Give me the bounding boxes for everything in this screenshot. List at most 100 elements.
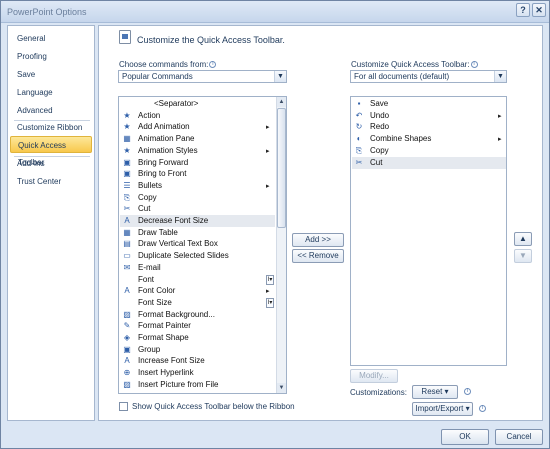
- command-item-copy[interactable]: ⎘ Copy: [120, 192, 275, 204]
- choose-commands-label-text: Choose commands from:: [119, 60, 209, 69]
- command-item-label: Bullets: [138, 180, 163, 190]
- format-painter-icon: ✎: [123, 321, 131, 331]
- scroll-up-arrow-icon[interactable]: ▲: [277, 97, 286, 107]
- command-item-label: Animation Pane: [138, 134, 195, 144]
- move-up-button[interactable]: ▲: [514, 232, 532, 246]
- toolbar-commands-list[interactable]: ▪ Save ↶ Undo ▸ ↻ Redo ◐ Combine Shapes ▸ ⎘ Copy ✂ Cu…: [350, 96, 507, 366]
- command-item-label: Group: [138, 344, 161, 354]
- nav-item-customize-ribbon[interactable]: Customize Ribbon: [10, 119, 92, 136]
- nav-item-save[interactable]: Save: [10, 66, 92, 83]
- nav-item-trust-center[interactable]: Trust Center: [10, 173, 92, 190]
- command-item-font-size[interactable]: Font Size I▾: [120, 297, 275, 309]
- help-button[interactable]: ?: [516, 3, 530, 17]
- reset-button[interactable]: Reset ▾: [412, 385, 458, 399]
- toolbar-item-combine-shapes[interactable]: ◐ Combine Shapes ▸: [352, 133, 506, 145]
- copy-icon: ⎘: [123, 192, 131, 202]
- command-item-animation-pane[interactable]: ▦ Animation Pane: [120, 133, 275, 145]
- dropdown-box-icon: I▾: [266, 297, 274, 308]
- email-icon: ✉: [123, 262, 131, 272]
- command-item-insert-picture-from-file[interactable]: ▨ Insert Picture from File: [120, 379, 275, 391]
- command-item-font[interactable]: Font I▾: [120, 274, 275, 286]
- remove-button[interactable]: << Remove: [292, 249, 344, 263]
- command-item-animation-styles[interactable]: ★ Animation Styles ▸: [120, 145, 275, 157]
- command-item-label: Draw Vertical Text Box: [138, 239, 218, 249]
- nav-item-quick-access-toolbar[interactable]: Quick Access Toolbar: [10, 136, 92, 167]
- nav-item-language[interactable]: Language: [10, 84, 92, 101]
- customizations-label: Customizations:: [350, 388, 407, 397]
- command-item-format-painter[interactable]: ✎ Format Painter: [120, 320, 275, 332]
- command-item-label: Animation Styles: [138, 145, 198, 155]
- scroll-down-arrow-icon[interactable]: ▼: [277, 383, 286, 393]
- command-item-duplicate-selected-slides[interactable]: ▭ Duplicate Selected Slides: [120, 250, 275, 262]
- toolbar-item-undo[interactable]: ↶ Undo ▸: [352, 110, 506, 122]
- nav-item-proofing[interactable]: Proofing: [10, 48, 92, 65]
- table-icon: ▦: [123, 134, 131, 144]
- info-icon: i: [479, 405, 486, 412]
- toolbar-item-label: Save: [370, 99, 389, 108]
- font-icon: A: [124, 216, 130, 225]
- command-item-format-shape[interactable]: ◈ Format Shape: [120, 332, 275, 344]
- import-export-button[interactable]: Import/Export ▾: [412, 402, 473, 416]
- command-item-bullets[interactable]: ☰ Bullets ▸: [120, 180, 275, 192]
- command-item-format-background[interactable]: ▨ Format Background...: [120, 309, 275, 321]
- show-below-ribbon-label[interactable]: Show Quick Access Toolbar below the Ribb…: [132, 402, 295, 411]
- combine-shapes-icon: ◐: [356, 134, 362, 144]
- command-item-label: Add Animation: [138, 122, 190, 132]
- animation-icon: ★: [123, 145, 131, 155]
- command-item-group[interactable]: ▣ Group: [120, 344, 275, 356]
- scroll-thumb[interactable]: [277, 108, 286, 228]
- toolbar-customize-icon: [119, 30, 131, 44]
- toolbar-item-redo[interactable]: ↻ Redo: [352, 121, 506, 133]
- toolbar-item-cut[interactable]: ✂ Cut: [352, 156, 506, 169]
- command-item-action[interactable]: ★ Action: [120, 110, 275, 122]
- nav-item-add-ins[interactable]: Add-Ins: [10, 155, 92, 172]
- commands-scrollbar[interactable]: ▲ ▼: [276, 97, 286, 393]
- toolbar-item-label: Copy: [370, 145, 389, 155]
- customize-toolbar-dropdown[interactable]: For all documents (default) ▼: [350, 70, 507, 83]
- font-icon: A: [124, 286, 130, 296]
- command-item-draw-vertical-text-box[interactable]: ▤ Draw Vertical Text Box: [120, 238, 275, 250]
- nav-item-general[interactable]: General: [10, 30, 92, 47]
- toolbar-item-label: Redo: [370, 122, 390, 132]
- ok-button[interactable]: OK: [441, 429, 489, 445]
- command-item-add-animation[interactable]: ★ Add Animation ▸: [120, 121, 275, 133]
- choose-commands-dropdown[interactable]: Popular Commands ▼: [118, 70, 287, 83]
- chevron-down-icon[interactable]: ▼: [494, 71, 506, 82]
- cancel-button[interactable]: Cancel: [495, 429, 543, 445]
- command-item-label: Bring to Front: [138, 169, 187, 179]
- command-item-label: Draw Table: [138, 227, 178, 237]
- command-item-insert-hyperlink[interactable]: ⊕ Insert Hyperlink: [120, 367, 275, 379]
- command-item-bring-forward[interactable]: ▣ Bring Forward: [120, 157, 275, 169]
- toolbar-item-copy[interactable]: ⎘ Copy: [352, 145, 506, 157]
- close-button[interactable]: ✕: [532, 3, 546, 17]
- command-item-e-mail[interactable]: ✉ E-mail: [120, 262, 275, 274]
- customize-toolbar-label-text: Customize Quick Access Toolbar:: [351, 60, 470, 69]
- copy-icon: ⎘: [355, 145, 363, 155]
- command-item-separator[interactable]: <Separator>: [120, 98, 275, 110]
- info-icon: i: [470, 61, 478, 69]
- toolbar-item-save[interactable]: ▪ Save: [352, 98, 506, 110]
- available-commands-list[interactable]: <Separator> ★ Action ★ Add Animation ▸ ▦ Animat…: [118, 96, 287, 394]
- slide-icon: ▭: [123, 251, 131, 261]
- move-down-button[interactable]: ▼: [514, 249, 532, 263]
- command-item-cut[interactable]: ✂ Cut: [120, 203, 275, 215]
- command-item-increase-font-size[interactable]: A Increase Font Size: [120, 355, 275, 367]
- command-item-label: Format Background...: [138, 309, 215, 319]
- arrange-icon: ▣: [123, 344, 131, 354]
- command-item-label: Insert Hyperlink: [138, 368, 194, 378]
- command-item-bring-to-front[interactable]: ▣ Bring to Front: [120, 168, 275, 180]
- command-item-draw-table[interactable]: ▦ Draw Table: [120, 227, 275, 239]
- animation-icon: ★: [123, 122, 131, 132]
- command-item-label: Font: [138, 274, 155, 284]
- command-item-decrease-font-size[interactable]: A Decrease Font Size: [120, 215, 275, 227]
- show-below-ribbon-checkbox[interactable]: [119, 402, 128, 411]
- command-item-label: Decrease Font Size: [138, 216, 209, 225]
- modify-button[interactable]: Modify...: [350, 369, 398, 383]
- title-bar: PowerPoint Options ? ✕: [1, 1, 549, 23]
- dropdown-box-icon: I▾: [266, 274, 274, 285]
- command-item-font-color[interactable]: A Font Color ▸: [120, 285, 275, 297]
- nav-item-advanced[interactable]: Advanced: [10, 102, 92, 119]
- toolbar-item-label: Undo: [370, 110, 390, 120]
- add-button[interactable]: Add >>: [292, 233, 344, 247]
- chevron-down-icon[interactable]: ▼: [274, 71, 286, 82]
